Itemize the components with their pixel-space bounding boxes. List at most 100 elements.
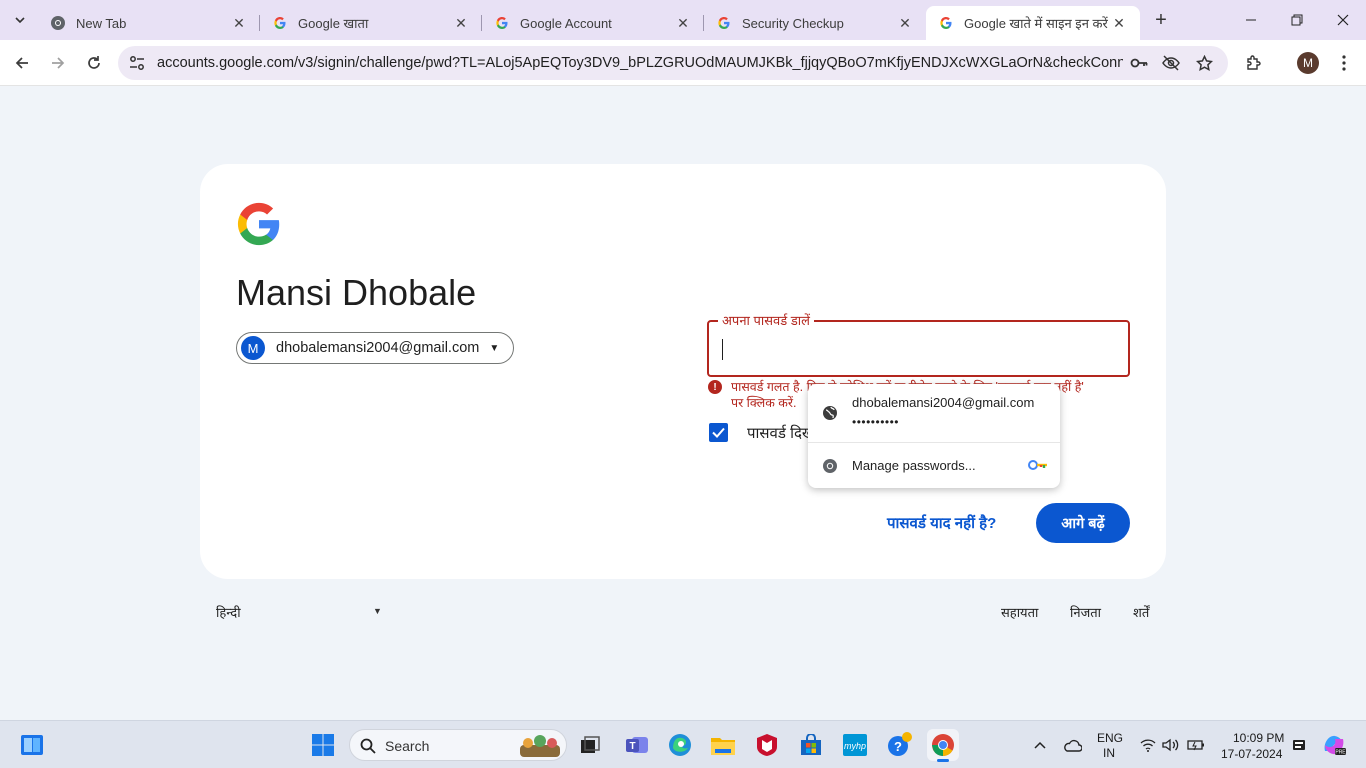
avatar: M xyxy=(241,336,265,360)
microsoft-store-icon[interactable] xyxy=(795,729,827,761)
password-label: अपना पासवर्ड डालें xyxy=(718,311,814,329)
chevron-down-icon: ▼ xyxy=(489,342,500,354)
tab-new-tab[interactable]: New Tab ✕ xyxy=(38,6,260,40)
next-button[interactable]: आगे बढ़ें xyxy=(1036,503,1130,543)
google-g-icon xyxy=(272,15,288,31)
terms-link[interactable]: शर्तें xyxy=(1133,603,1149,621)
tab-search-button[interactable] xyxy=(8,8,32,32)
google-password-manager-icon xyxy=(1028,460,1047,470)
tab-title: New Tab xyxy=(76,15,127,31)
restore-button[interactable] xyxy=(1283,8,1311,32)
manage-passwords-item[interactable]: Manage passwords... xyxy=(808,443,1060,488)
tab-title: Google Account xyxy=(520,15,612,31)
get-help-icon[interactable]: ? xyxy=(884,729,916,761)
close-tab-icon[interactable]: ✕ xyxy=(896,14,914,32)
minimize-button[interactable] xyxy=(1237,8,1265,32)
task-view-icon[interactable] xyxy=(574,729,606,761)
manage-passwords-label: Manage passwords... xyxy=(852,458,976,473)
bookmark-star-icon[interactable] xyxy=(1194,53,1214,73)
svg-text:T: T xyxy=(629,741,635,752)
notification-icon[interactable] xyxy=(1283,729,1315,761)
privacy-link[interactable]: निजता xyxy=(1070,603,1101,621)
chrome-taskbar-icon[interactable] xyxy=(927,729,959,762)
saved-password-mask: •••••••••• xyxy=(852,415,900,429)
account-email: dhobalemansi2004@gmail.com xyxy=(276,340,480,356)
onedrive-icon[interactable] xyxy=(1056,729,1088,761)
windows-start-icon[interactable] xyxy=(307,729,339,761)
arrow-left-icon xyxy=(15,57,28,69)
forgot-password-link[interactable]: पासवर्ड याद नहीं है? xyxy=(887,513,996,533)
clock-time[interactable]: 10:09 PM xyxy=(1233,731,1284,745)
search-label: Search xyxy=(385,738,430,754)
close-window-button[interactable] xyxy=(1329,8,1357,32)
error-icon: ! xyxy=(708,380,722,394)
account-chip[interactable]: M dhobalemansi2004@gmail.com ▼ xyxy=(236,332,514,364)
chevron-down-icon[interactable]: ▼ xyxy=(373,606,382,616)
tab-signin-active[interactable]: Google खाते में साइन इन करें ✕ xyxy=(926,6,1140,40)
close-tab-icon[interactable]: ✕ xyxy=(1110,14,1128,32)
taskbar-search[interactable]: Search xyxy=(349,729,567,761)
search-icon xyxy=(360,738,376,754)
google-g-icon xyxy=(716,15,732,31)
widgets-icon[interactable] xyxy=(16,729,48,761)
svg-text:myhp: myhp xyxy=(844,741,866,751)
saved-credential-item[interactable]: dhobalemansi2004@gmail.com •••••••••• xyxy=(808,384,1060,442)
close-tab-icon[interactable]: ✕ xyxy=(674,14,692,32)
address-bar[interactable]: accounts.google.com/v3/signin/challenge/… xyxy=(118,46,1228,80)
tab-security-checkup[interactable]: Security Checkup ✕ xyxy=(704,6,926,40)
file-explorer-icon[interactable] xyxy=(707,729,739,761)
tab-title: Security Checkup xyxy=(742,15,844,31)
restore-icon xyxy=(1291,14,1303,26)
close-tab-icon[interactable]: ✕ xyxy=(230,14,248,32)
tab-title: Google खाता xyxy=(298,16,369,31)
reload-button[interactable] xyxy=(81,50,107,76)
tab-title: Google खाते में साइन इन करें xyxy=(964,16,1108,31)
forward-button[interactable] xyxy=(45,50,71,76)
mcafee-icon[interactable] xyxy=(751,729,783,761)
saved-email: dhobalemansi2004@gmail.com xyxy=(852,395,1035,410)
text-cursor xyxy=(722,339,723,360)
back-button[interactable] xyxy=(9,50,35,76)
google-logo-icon xyxy=(237,202,280,246)
edge-icon[interactable] xyxy=(664,729,696,761)
password-autofill-popup: dhobalemansi2004@gmail.com •••••••••• Ma… xyxy=(808,384,1060,488)
url-text[interactable]: accounts.google.com/v3/signin/challenge/… xyxy=(157,55,1123,71)
close-tab-icon[interactable]: ✕ xyxy=(452,14,470,32)
close-icon xyxy=(1337,14,1349,26)
reload-icon xyxy=(88,56,100,69)
tab-google-account[interactable]: Google Account ✕ xyxy=(482,6,704,40)
profile-avatar[interactable]: M xyxy=(1296,51,1320,75)
extensions-icon[interactable] xyxy=(1242,51,1266,75)
eye-off-icon[interactable] xyxy=(1161,53,1181,73)
password-key-icon[interactable] xyxy=(1129,53,1149,73)
google-g-icon xyxy=(938,15,954,31)
chrome-icon xyxy=(50,15,66,31)
account-name-heading: Mansi Dhobale xyxy=(236,272,477,313)
language-indicator-line2[interactable]: IN xyxy=(1103,746,1115,760)
help-link[interactable]: सहायता xyxy=(1001,603,1038,621)
new-tab-button[interactable]: + xyxy=(1150,9,1172,31)
minimize-icon xyxy=(1246,19,1256,21)
copilot-icon[interactable]: PRE xyxy=(1318,729,1350,761)
error-line-2: पर क्लिक करें. xyxy=(731,396,797,410)
teams-icon[interactable]: T xyxy=(621,729,653,761)
show-password-checkbox[interactable] xyxy=(709,423,728,442)
battery-icon[interactable] xyxy=(1180,729,1212,761)
kebab-menu-icon[interactable] xyxy=(1332,51,1356,75)
google-g-icon xyxy=(494,15,510,31)
svg-text:PRE: PRE xyxy=(1335,750,1346,756)
signin-card: Mansi Dhobale M dhobalemansi2004@gmail.c… xyxy=(200,164,1166,579)
search-highlight-icon xyxy=(520,735,560,757)
clock-date[interactable]: 17-07-2024 xyxy=(1221,747,1282,761)
active-indicator xyxy=(937,759,949,762)
site-settings-icon[interactable] xyxy=(128,54,146,72)
myhp-icon[interactable]: myhp xyxy=(839,729,871,761)
chrome-icon xyxy=(823,459,837,473)
language-indicator-line1[interactable]: ENG xyxy=(1097,731,1123,745)
tab-google-khata[interactable]: Google खाता ✕ xyxy=(260,6,482,40)
svg-text:?: ? xyxy=(894,739,902,754)
language-select[interactable]: हिन्दी xyxy=(216,603,241,621)
chevron-up-icon[interactable] xyxy=(1024,729,1056,761)
windows-taskbar: Search T myhp ? ENG IN 10:09 PM 17-07-20… xyxy=(0,720,1366,768)
globe-icon xyxy=(823,406,837,420)
